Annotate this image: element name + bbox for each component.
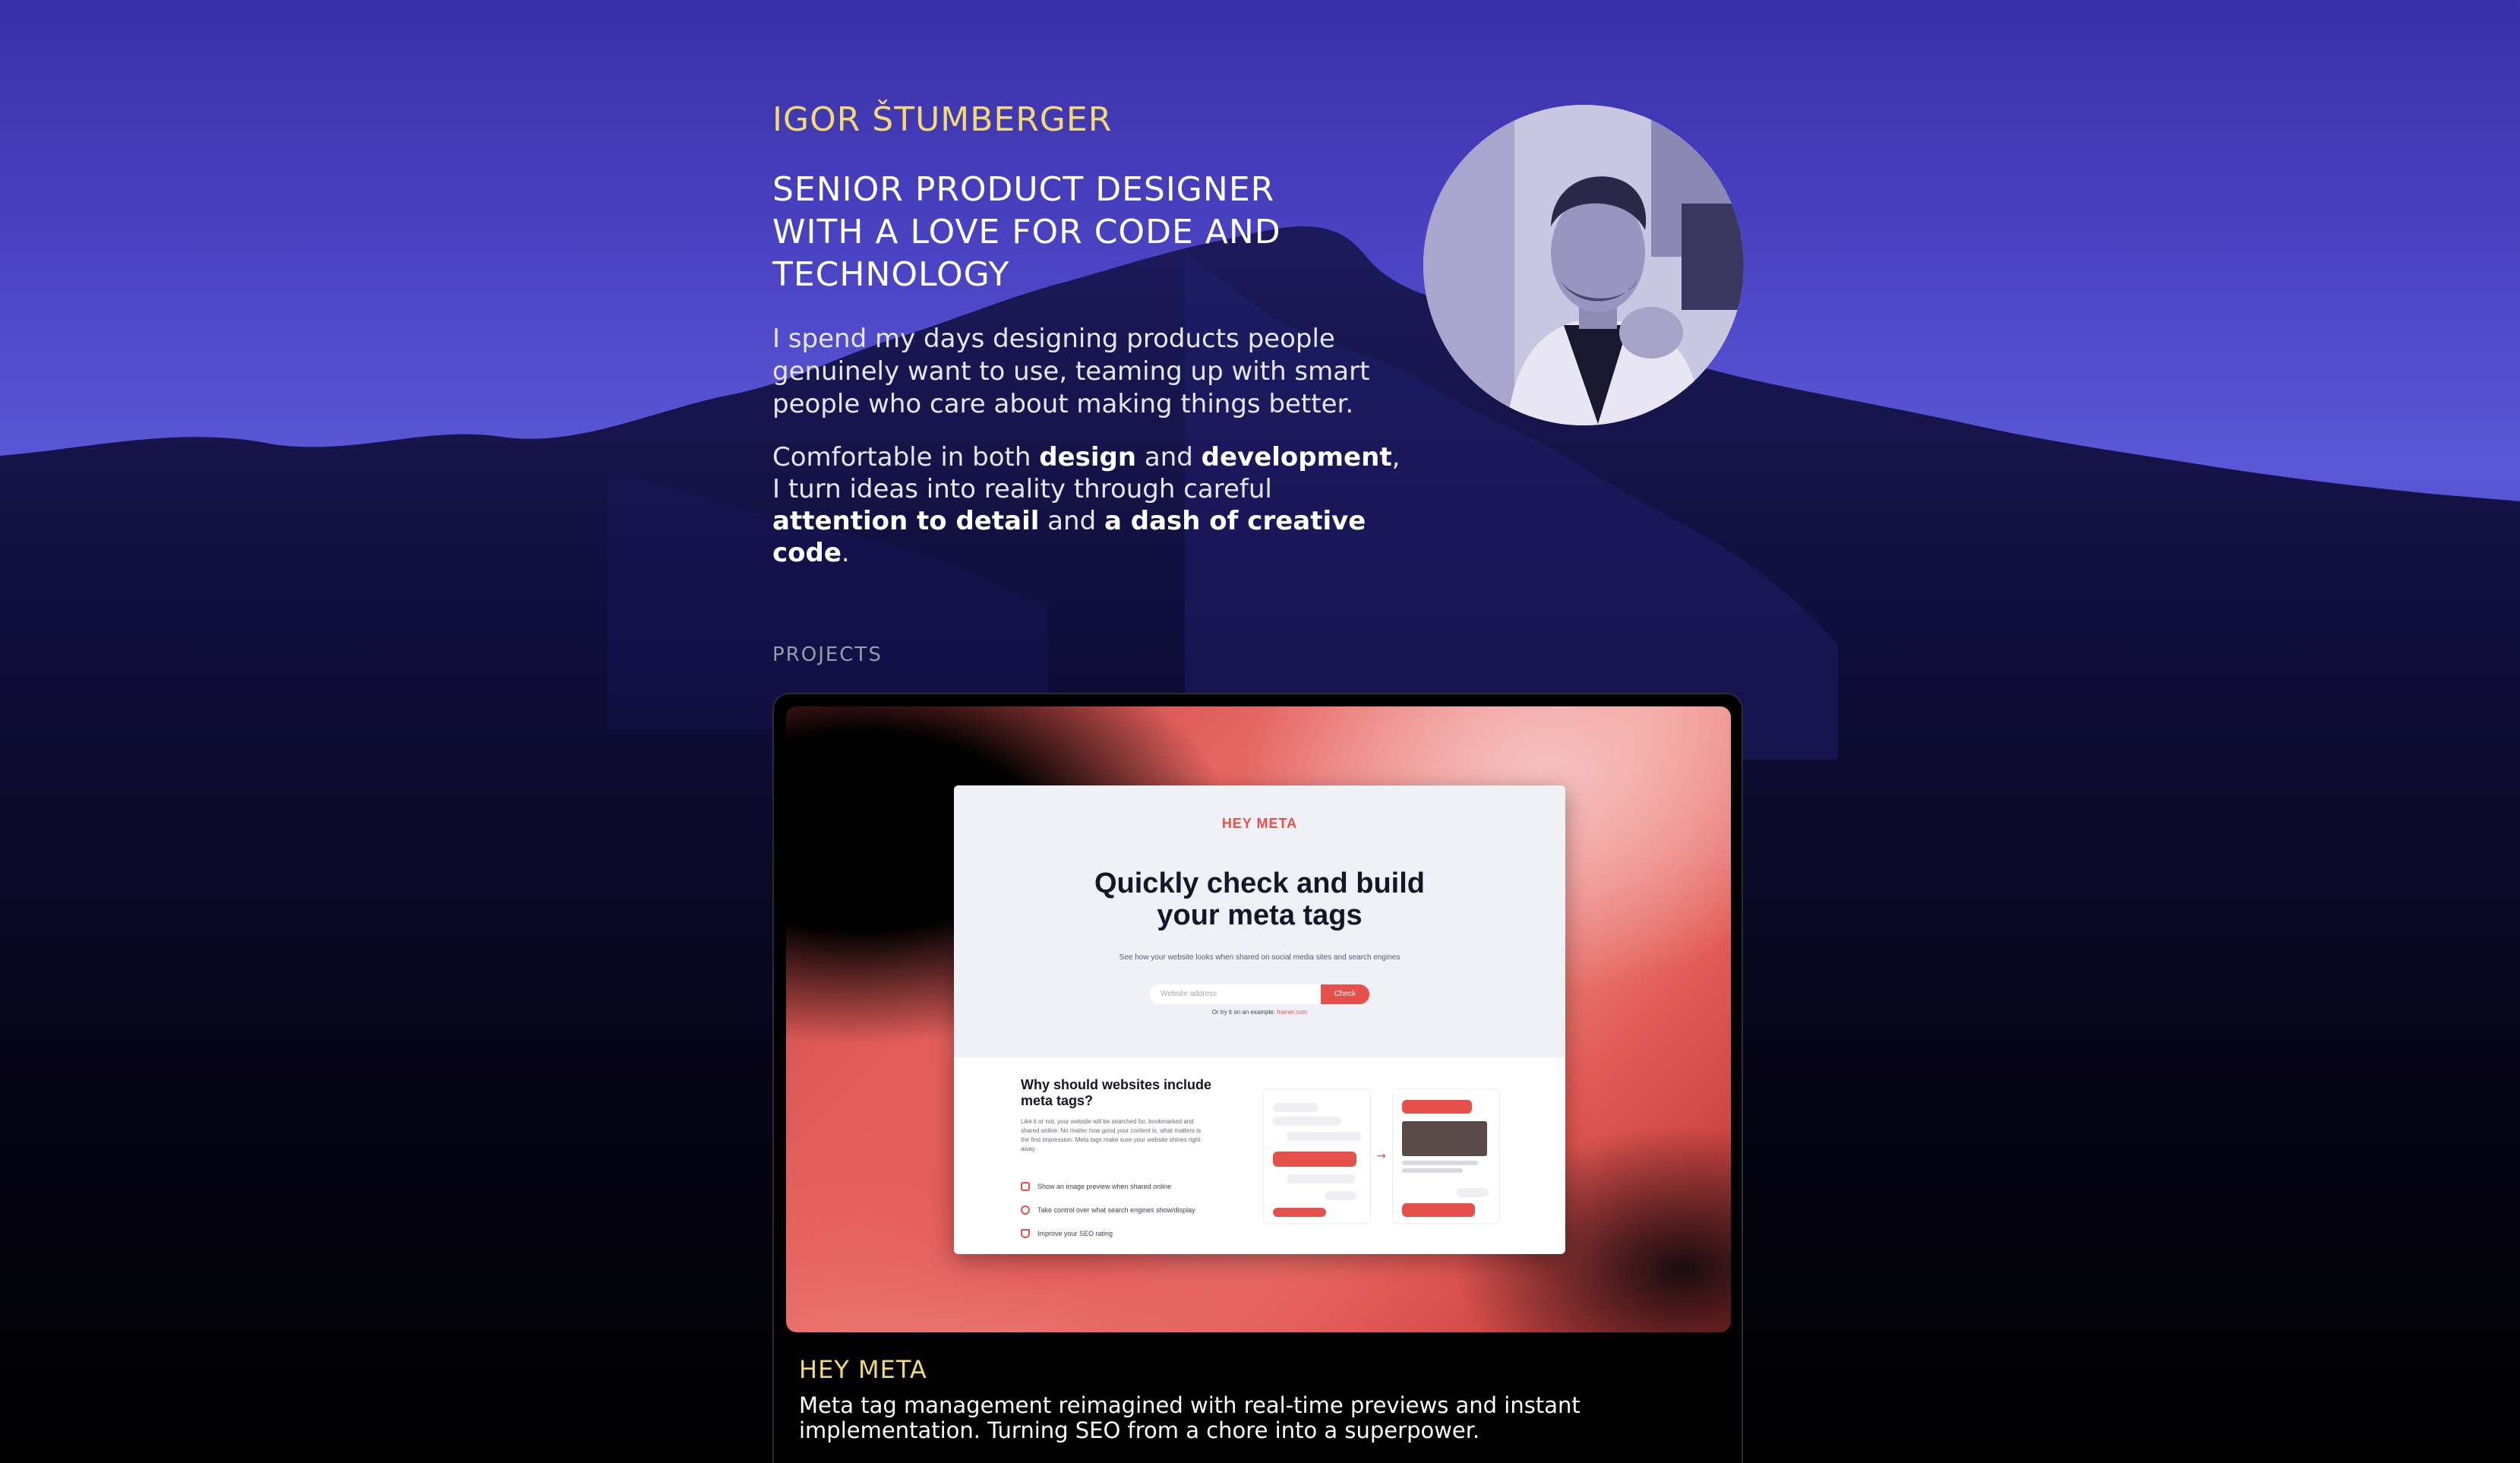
chat-bubble xyxy=(1457,1188,1489,1197)
chat-bubble-red xyxy=(1273,1152,1356,1167)
author-name: IGOR ŠTUMBERGER xyxy=(772,100,1113,139)
shield-icon xyxy=(1021,1229,1030,1238)
feature-label: Take control over what search engines sh… xyxy=(1037,1206,1195,1214)
chat-bubble-red xyxy=(1402,1100,1472,1114)
image-icon xyxy=(1021,1182,1030,1191)
skills-text-4: and xyxy=(1039,506,1104,536)
arrow-right-icon: → xyxy=(1377,1150,1386,1162)
headline: SENIOR PRODUCT DESIGNER WITH A LOVE FOR … xyxy=(772,170,1281,294)
feature-label: Show an image preview when shared online xyxy=(1037,1183,1172,1190)
feature-label: Improve your SEO rating xyxy=(1037,1230,1113,1237)
hero-subtitle: See how your website looks when shared o… xyxy=(1119,953,1401,962)
skills-text-1: Comfortable in both xyxy=(772,442,1040,472)
chat-preview-after xyxy=(1393,1089,1499,1223)
skills-development: development xyxy=(1201,442,1392,472)
project-description: Meta tag management reimagined with real… xyxy=(799,1392,1581,1443)
chat-bubble xyxy=(1287,1132,1361,1141)
check-button: Check xyxy=(1321,984,1369,1004)
skills-design: design xyxy=(1039,442,1137,472)
chat-bubble xyxy=(1287,1174,1355,1183)
hey-meta-screenshot: HEY META Quickly check and build your me… xyxy=(954,785,1565,1254)
skills-attention: attention to detail xyxy=(772,506,1040,536)
feature-seo-rating: Improve your SEO rating xyxy=(1021,1229,1113,1238)
hey-meta-logo: HEY META xyxy=(1221,816,1298,831)
website-address-input: Website address xyxy=(1150,984,1323,1004)
example-prefix: Or try it on an example: xyxy=(1211,1009,1277,1016)
chat-bubble xyxy=(1325,1191,1356,1200)
search-icon xyxy=(1021,1205,1030,1215)
projects-section-label: PROJECTS xyxy=(772,643,883,666)
skills-text-5: . xyxy=(841,538,850,568)
hero-title-line-2: your meta tags xyxy=(1157,899,1363,931)
portfolio-page: IGOR ŠTUMBERGER SENIOR PRODUCT DESIGNER … xyxy=(0,0,2520,1463)
feature-search-control: Take control over what search engines sh… xyxy=(1021,1205,1195,1215)
chat-bubble-red xyxy=(1402,1203,1475,1217)
project-card-hey-meta[interactable]: HEY META Quickly check and build your me… xyxy=(772,693,1743,1463)
project-preview-image[interactable]: HEY META Quickly check and build your me… xyxy=(786,706,1731,1332)
skills-text-2: and xyxy=(1136,442,1202,472)
example-link: framer.com xyxy=(1277,1009,1308,1016)
chat-bubble-red xyxy=(1273,1208,1326,1217)
profile-photo-avatar xyxy=(1423,105,1744,425)
hero-title: Quickly check and build your meta tags xyxy=(954,867,1565,931)
chat-bubble xyxy=(1273,1103,1318,1112)
chat-bubble xyxy=(1273,1117,1341,1126)
intro-paragraph: I spend my days designing products peopl… xyxy=(772,324,1370,419)
chat-preview-before xyxy=(1264,1089,1370,1223)
hero-title-line-1: Quickly check and build xyxy=(1094,867,1425,899)
link-preview-image xyxy=(1402,1121,1487,1156)
example-hint: Or try it on an example: framer.com xyxy=(954,1009,1565,1016)
feature-image-preview: Show an image preview when shared online xyxy=(1021,1182,1171,1191)
skills-paragraph: Comfortable in both design and developme… xyxy=(772,441,1403,569)
link-preview-text xyxy=(1402,1161,1478,1165)
project-title[interactable]: HEY META xyxy=(799,1355,927,1384)
person-illustration-icon xyxy=(1423,105,1744,425)
link-preview-text xyxy=(1402,1168,1463,1173)
why-heading: Why should websites include meta tags? xyxy=(1021,1077,1212,1108)
why-paragraph: Like it or not, your website will be sea… xyxy=(1021,1118,1202,1152)
